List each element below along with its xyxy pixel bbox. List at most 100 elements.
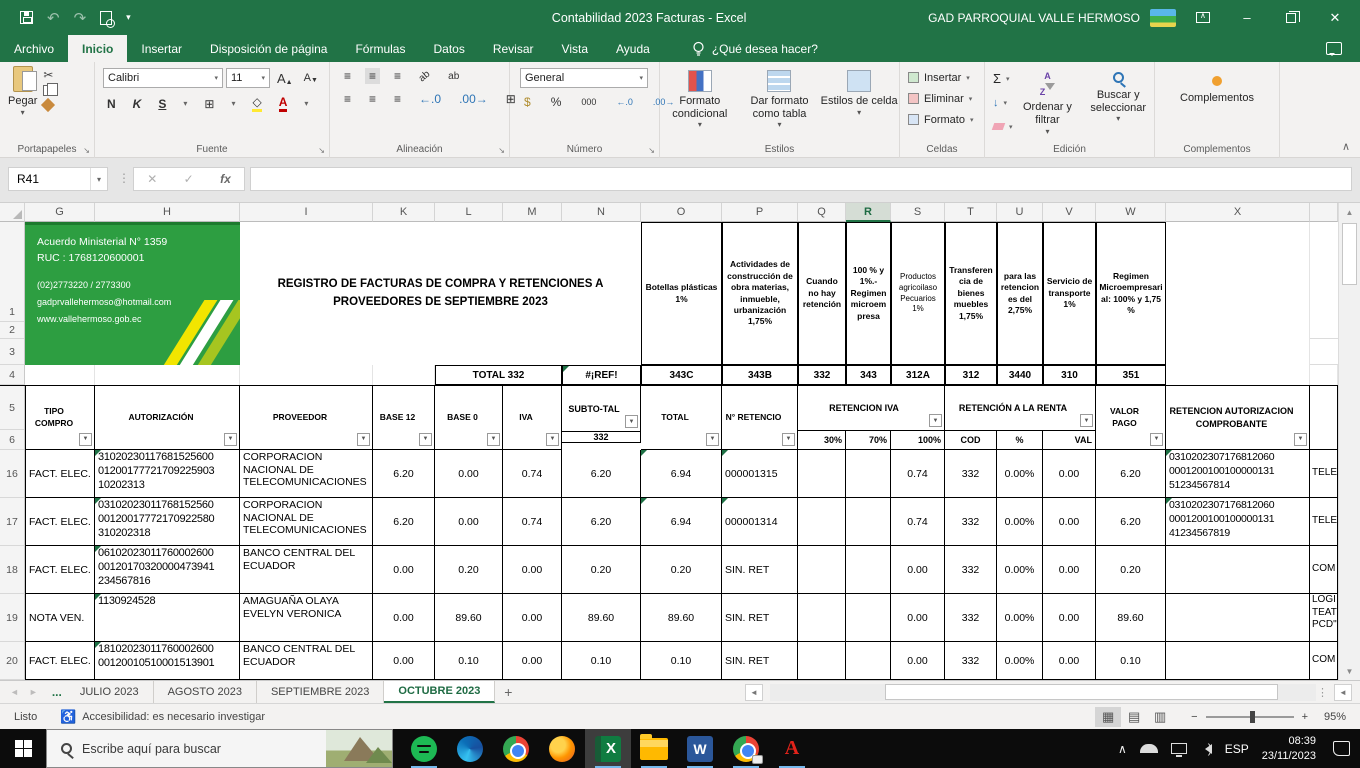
header-proveedor[interactable]: PROVEEDOR▼ [240, 386, 373, 450]
filter-icon[interactable]: ▼ [706, 433, 719, 446]
cell-pct[interactable]: 0.00% [997, 498, 1043, 546]
cell-ret-autorizacion[interactable] [1166, 546, 1310, 594]
cell-partial[interactable]: COM [1310, 546, 1338, 594]
cell-partial[interactable]: LOGI TEAT PCD" [1310, 594, 1338, 642]
cat-header-agricolas[interactable]: Productos agricoilaso Pecuarios 1% [891, 222, 945, 365]
font-color-icon[interactable]: A [275, 95, 292, 112]
zoom-out-icon[interactable]: − [1191, 711, 1197, 723]
cell-partial[interactable]: COM [1310, 642, 1338, 680]
align-top-icon[interactable]: ≡ [340, 69, 355, 83]
cell-subtotal[interactable]: 6.20 [562, 498, 641, 546]
dialog-launcher-icon[interactable]: ↘ [83, 146, 90, 155]
filter-icon[interactable]: ▼ [546, 433, 559, 446]
scroll-up-icon[interactable]: ▲ [1339, 203, 1360, 221]
cell-base12[interactable]: 0.00 [373, 546, 435, 594]
row-header-19[interactable]: 19 [0, 594, 25, 642]
select-all-corner[interactable] [0, 203, 25, 222]
cell-autorizacion[interactable]: 18102023011760002600 0012001051000151390… [95, 642, 240, 680]
taskbar-search-input[interactable]: Escribe aquí para buscar [46, 729, 393, 768]
cell-100[interactable]: 0.00 [891, 594, 945, 642]
undo-icon[interactable]: ↶ [47, 9, 60, 27]
cell-num-retencion[interactable]: SIN. RET [722, 546, 798, 594]
taskbar-excel-active[interactable]: X [585, 729, 631, 768]
col-header-k[interactable]: K [373, 203, 435, 222]
cell-autorizacion[interactable]: 03102023011768152560 0012001777217092258… [95, 498, 240, 546]
cell-pct[interactable]: 0.00% [997, 450, 1043, 498]
header-70[interactable]: 70% [846, 430, 891, 450]
col-header-x[interactable]: X [1166, 203, 1310, 222]
more-sheets-button[interactable]: ... [48, 681, 66, 703]
tab-formulas[interactable]: Fórmulas [341, 35, 419, 62]
copy-icon[interactable] [43, 85, 52, 96]
row-headers-1-3[interactable]: 1 2 3 [0, 222, 25, 365]
cat-header-regimen-micro[interactable]: Regimen Microempresarial: 100% y 1,75 % [1096, 222, 1166, 365]
header-subtotal-332[interactable]: 332 [562, 431, 641, 443]
tab-archivo[interactable]: Archivo [0, 35, 68, 62]
cell-subtotal[interactable]: 0.20 [562, 546, 641, 594]
cell-val[interactable]: 0.00 [1043, 498, 1096, 546]
clock[interactable]: 08:39 23/11/2023 [1262, 734, 1316, 763]
tab-splitter-icon[interactable]: ⋮ [1317, 686, 1328, 699]
row-header-17[interactable]: 17 [0, 498, 25, 546]
collapse-ribbon-icon[interactable]: ∧ [1342, 140, 1350, 153]
language-indicator[interactable]: ESP [1225, 742, 1249, 756]
filter-icon[interactable]: ▼ [782, 433, 795, 446]
delete-cells-button[interactable]: Eliminar▾ [908, 88, 984, 109]
vertical-scrollbar[interactable]: ▲ ▼ [1338, 203, 1360, 680]
save-icon[interactable] [20, 11, 33, 24]
font-name-select[interactable]: Calibri▾ [103, 68, 223, 88]
col-header-o[interactable]: O [641, 203, 722, 222]
col-header-h[interactable]: H [95, 203, 240, 222]
dialog-launcher-icon[interactable]: ↘ [648, 146, 655, 155]
sheet-tab-septiembre[interactable]: SEPTIEMBRE 2023 [257, 681, 384, 703]
taskbar-chrome-app[interactable] [723, 729, 769, 768]
taskbar-chrome[interactable] [493, 729, 539, 768]
underline-dd-icon[interactable]: ▾ [179, 99, 191, 108]
col-header-partial[interactable] [1310, 203, 1338, 222]
cell-ret-autorizacion[interactable]: 0310202307176812060 0001200100100000131 … [1166, 450, 1310, 498]
tab-insertar[interactable]: Insertar [127, 35, 196, 62]
cell-num-retencion[interactable]: SIN. RET [722, 642, 798, 680]
cell-100[interactable]: 0.00 [891, 642, 945, 680]
header-100[interactable]: 100% [891, 430, 945, 450]
cell-subtotal[interactable]: 89.60 [562, 594, 641, 642]
cell-g4[interactable] [25, 365, 95, 385]
header-total[interactable]: TOTAL▼ [641, 386, 722, 450]
cell-total[interactable]: 0.20 [641, 546, 722, 594]
cat-header-construccion[interactable]: Actividades de construcción de obra mate… [722, 222, 798, 365]
filter-icon[interactable]: ▼ [929, 414, 942, 427]
cell-tipo[interactable]: FACT. ELEC. [25, 450, 95, 498]
cell-100[interactable]: 0.74 [891, 498, 945, 546]
cell-30[interactable] [798, 450, 846, 498]
header-base-12[interactable]: BASE 12▼ [373, 386, 435, 450]
align-center-icon[interactable]: ≡ [365, 92, 380, 106]
cell-iva[interactable]: 0.00 [503, 594, 562, 642]
taskbar-spotify[interactable] [401, 729, 447, 768]
col-header-i[interactable]: I [240, 203, 373, 222]
account-avatar[interactable] [1150, 9, 1176, 27]
underline-icon[interactable]: S [154, 97, 170, 111]
tab-vista[interactable]: Vista [548, 35, 602, 62]
row-header-20[interactable]: 20 [0, 642, 25, 680]
col-header-t[interactable]: T [945, 203, 997, 222]
borders-dd-icon[interactable]: ▾ [227, 99, 239, 108]
cut-icon[interactable]: ✂ [43, 69, 53, 81]
cat-header-retenciones-275[interactable]: para las retenciones del 2,75% [997, 222, 1043, 365]
cell-base12[interactable]: 0.00 [373, 642, 435, 680]
cell-y4[interactable] [1310, 365, 1338, 385]
cell-s4[interactable]: 312A [891, 365, 945, 385]
filter-icon[interactable]: ▼ [1080, 414, 1093, 427]
cell-cod[interactable]: 332 [945, 546, 997, 594]
cell-w4[interactable]: 351 [1096, 365, 1166, 385]
dialog-launcher-icon[interactable]: ↘ [318, 146, 325, 155]
header-cod[interactable]: COD [945, 430, 997, 450]
fill-icon[interactable]: ↓▾ [993, 92, 1013, 113]
header-subtotal[interactable]: SUBTO-TAL▼ [562, 386, 641, 431]
taskbar-edge[interactable] [447, 729, 493, 768]
row-headers-5-6[interactable]: 5 6 [0, 386, 25, 450]
col-header-l[interactable]: L [435, 203, 503, 222]
cell-valor-pago[interactable]: 0.10 [1096, 642, 1166, 680]
cell-valor-pago[interactable]: 6.20 [1096, 498, 1166, 546]
row-header-16[interactable]: 16 [0, 450, 25, 498]
cell-tipo[interactable]: FACT. ELEC. [25, 642, 95, 680]
